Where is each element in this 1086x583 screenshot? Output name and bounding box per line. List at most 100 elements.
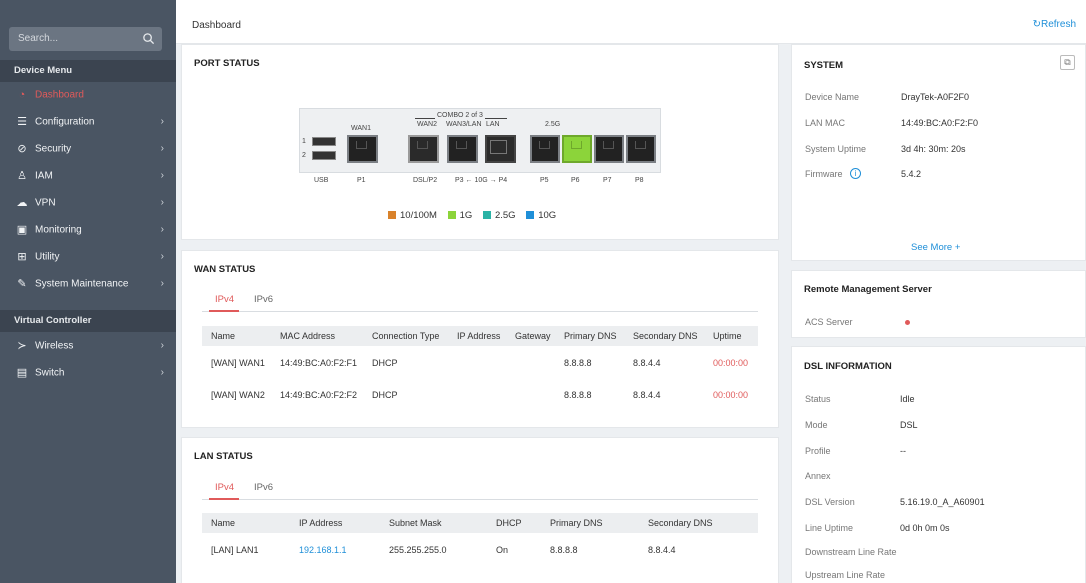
col-secondary-dns: Secondary DNS: [648, 518, 713, 528]
shield-icon: ⊘: [17, 143, 27, 155]
label-wan2: WAN2: [417, 121, 437, 128]
refresh-icon: ↻: [1032, 19, 1041, 30]
sidebar-item-label: Switch: [35, 367, 65, 379]
cell-primary-dns: 8.8.8.8: [564, 390, 592, 400]
chevron-right-icon: ›: [160, 197, 164, 208]
tab-active-indicator: [209, 498, 239, 500]
sidebar-item-label: IAM: [35, 170, 53, 182]
field-key: Firmware: [805, 169, 843, 179]
field-key: Upstream Line Rate: [805, 570, 886, 580]
cell-primary-dns: 8.8.8.8: [564, 358, 592, 368]
label-p1: P1: [357, 177, 366, 184]
chevron-right-icon: ›: [160, 170, 164, 181]
status-dot: [905, 320, 910, 325]
cell-name: [WAN] WAN1: [211, 358, 265, 368]
sidebar-item-system-maintenance[interactable]: ✎ System Maintenance ›: [0, 271, 176, 297]
see-more-link[interactable]: See More +: [911, 242, 960, 253]
legend-swatch-1g: [447, 211, 456, 219]
grid-icon: ⊞: [17, 251, 27, 263]
export-icon[interactable]: ⧉: [1060, 55, 1075, 70]
sidebar-item-label: Utility: [35, 251, 60, 263]
port-p3[interactable]: [447, 135, 478, 163]
cell-secondary-dns: 8.8.4.4: [648, 545, 676, 555]
remote-management-card: Remote Management Server ACS Server: [791, 270, 1086, 338]
combo-label: COMBO 2 of 3: [435, 112, 485, 119]
sidebar-item-vpn[interactable]: ☁ VPN ›: [0, 190, 176, 216]
tab-active-indicator: [209, 310, 239, 312]
tab-wan-ipv6[interactable]: IPv6: [254, 294, 273, 305]
col-name: Name: [211, 518, 236, 528]
info-icon[interactable]: i: [850, 168, 861, 179]
port-p5[interactable]: [530, 135, 560, 163]
tab-lan-ipv4[interactable]: IPv4: [215, 482, 234, 493]
col-dhcp: DHCP: [496, 518, 522, 528]
chevron-right-icon: ›: [160, 278, 164, 289]
search-icon[interactable]: [142, 32, 155, 45]
port-dsl-p2[interactable]: [408, 135, 439, 163]
usb-num-2: 2: [302, 152, 306, 159]
cell-secondary-dns: 8.8.4.4: [633, 390, 661, 400]
cell-mac: 14:49:BC:A0:F2:F1: [280, 358, 358, 368]
tab-divider: [202, 311, 758, 312]
system-title: SYSTEM: [804, 60, 844, 71]
tab-lan-ipv6[interactable]: IPv6: [254, 482, 273, 493]
label-p7: P7: [603, 177, 612, 184]
sidebar-item-configuration[interactable]: ☰ Configuration ›: [0, 109, 176, 135]
field-key: System Uptime: [805, 144, 867, 154]
refresh-label: Refresh: [1040, 19, 1076, 30]
wan-table-header: Name MAC Address Connection Type IP Addr…: [202, 326, 758, 346]
chevron-right-icon: ›: [160, 143, 164, 154]
field-value: 5.4.2: [901, 169, 922, 179]
cell-primary-dns: 8.8.8.8: [550, 545, 578, 555]
label-p5: P5: [540, 177, 549, 184]
cell-ip-address-link[interactable]: 192.168.1.1: [299, 545, 347, 555]
sidebar-item-iam[interactable]: ♙ IAM ›: [0, 163, 176, 189]
cell-subnet-mask: 255.255.255.0: [389, 545, 447, 555]
label-wan3: WAN3/LAN: [446, 121, 482, 128]
col-primary-dns: Primary DNS: [564, 331, 617, 341]
sidebar-item-utility[interactable]: ⊞ Utility ›: [0, 244, 176, 270]
tab-wan-ipv4[interactable]: IPv4: [215, 294, 234, 305]
label-wan1: WAN1: [351, 125, 371, 132]
legend-swatch-10g: [526, 211, 535, 219]
field-key: Downstream Line Rate: [805, 547, 897, 557]
usb-port-1[interactable]: [312, 137, 336, 146]
sidebar-item-label: Wireless: [35, 340, 74, 352]
lan-tabs: IPv4 IPv6: [202, 482, 402, 504]
port-p8[interactable]: [626, 135, 656, 163]
label-2-5g: 2.5G: [545, 121, 561, 128]
legend-swatch-2-5g: [482, 211, 491, 219]
label-p8: P8: [635, 177, 644, 184]
col-ip-address: IP Address: [299, 518, 343, 528]
refresh-button[interactable]: ↻Refresh: [1033, 19, 1076, 30]
sidebar-item-security[interactable]: ⊘ Security ›: [0, 136, 176, 162]
field-value: Idle: [900, 394, 915, 404]
dsl-information-card: DSL INFORMATION Status Idle Mode DSL Pro…: [791, 346, 1086, 583]
field-key: Line Uptime: [805, 523, 854, 533]
port-p1[interactable]: [347, 135, 378, 163]
dsl-information-title: DSL INFORMATION: [804, 361, 892, 372]
field-value: 5.16.19.0_A_A60901: [900, 497, 985, 507]
port-p4[interactable]: [485, 135, 516, 163]
remote-management-title: Remote Management Server: [804, 284, 932, 295]
col-uptime: Uptime: [713, 331, 742, 341]
sidebar-item-label: VPN: [35, 197, 56, 209]
wrench-icon: ✎: [17, 278, 27, 290]
field-key: DSL Version: [805, 497, 855, 507]
search-box[interactable]: Search...: [9, 27, 162, 51]
field-value: 0d 0h 0m 0s: [900, 523, 950, 533]
sidebar-item-monitoring[interactable]: ▣ Monitoring ›: [0, 217, 176, 243]
port-p6[interactable]: [562, 135, 592, 163]
sidebar-item-label: Configuration: [35, 116, 95, 128]
sidebar-item-label: Monitoring: [35, 224, 82, 236]
chevron-right-icon: ›: [160, 251, 164, 262]
legend-label: 10G: [538, 210, 557, 221]
wan-tabs: IPv4 IPv6: [202, 294, 402, 316]
port-p7[interactable]: [594, 135, 624, 163]
sidebar-item-switch[interactable]: ▤ Switch ›: [0, 360, 176, 386]
sidebar-item-dashboard[interactable]: ◔ Dashboard: [0, 82, 176, 108]
usb-port-2[interactable]: [312, 151, 336, 160]
col-secondary-dns: Secondary DNS: [633, 331, 698, 341]
sidebar-item-wireless[interactable]: ≻ Wireless ›: [0, 333, 176, 359]
monitor-icon: ▣: [16, 224, 28, 236]
